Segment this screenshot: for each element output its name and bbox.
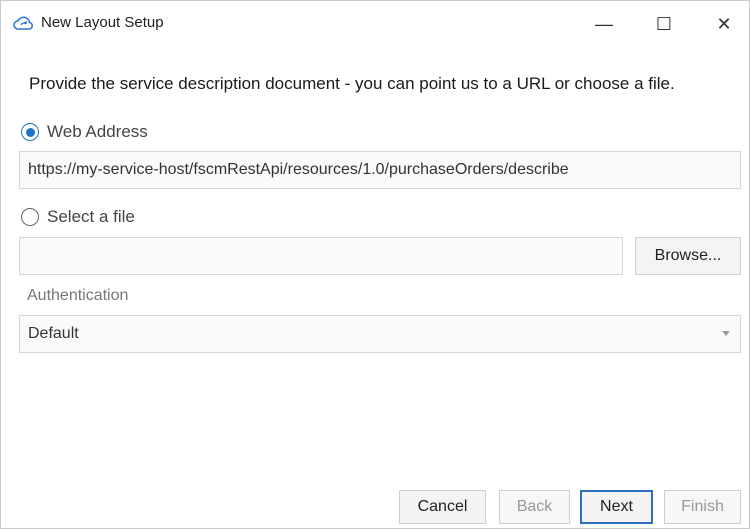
authentication-select[interactable]: Default (19, 315, 741, 353)
select-file-label: Select a file (47, 207, 135, 226)
next-button[interactable]: Next (580, 490, 653, 524)
select-file-option[interactable]: Select a file (21, 207, 135, 227)
authentication-selected-value: Default (28, 325, 79, 342)
cancel-button[interactable]: Cancel (399, 490, 486, 524)
cloud-sync-icon (13, 16, 33, 30)
select-file-radio[interactable] (21, 208, 39, 226)
authentication-label: Authentication (27, 287, 129, 304)
web-address-label: Web Address (47, 122, 148, 141)
finish-button[interactable]: Finish (664, 490, 741, 524)
caret-down-icon (722, 331, 730, 336)
back-button[interactable]: Back (499, 490, 570, 524)
web-address-option[interactable]: Web Address (21, 122, 148, 142)
maximize-button[interactable]: ☐ (641, 1, 687, 47)
instruction-text: Provide the service description document… (29, 74, 675, 93)
window-title: New Layout Setup (41, 14, 164, 31)
url-input[interactable]: https://my-service-host/fscmRestApi/reso… (19, 151, 741, 189)
minimize-button[interactable]: — (581, 1, 627, 47)
radio-selected-dot (25, 127, 35, 137)
close-button[interactable]: ✕ (701, 1, 747, 47)
title-bar[interactable]: New Layout Setup — ☐ ✕ (1, 1, 749, 47)
new-layout-setup-dialog: New Layout Setup — ☐ ✕ Provide the servi… (0, 0, 750, 529)
web-address-radio[interactable] (21, 123, 39, 141)
browse-button[interactable]: Browse... (635, 237, 741, 275)
file-path-input[interactable] (19, 237, 623, 275)
